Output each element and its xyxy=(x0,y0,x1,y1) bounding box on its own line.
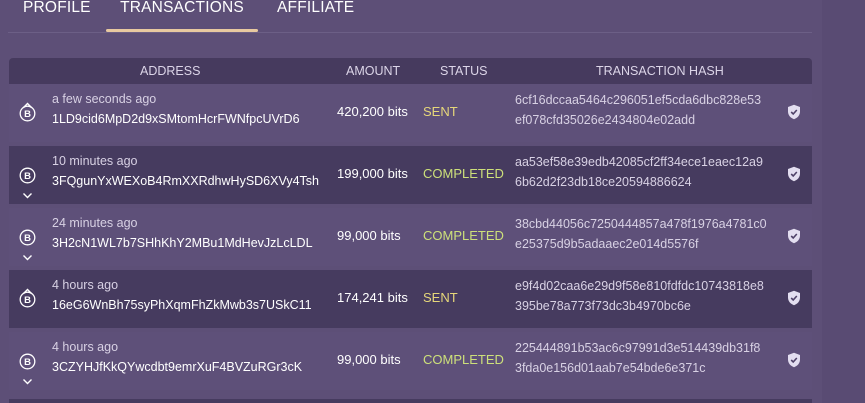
bitcoin-icon: B xyxy=(19,229,36,246)
svg-text:B: B xyxy=(24,171,31,182)
transaction-address: 3H2cN1WL7b7SHhKhY2MBu1MdHevJzLcLDL xyxy=(52,236,313,250)
header-amount: AMOUNT xyxy=(346,64,401,78)
bitcoin-icon: B xyxy=(19,291,36,308)
bitcoin-icon: B xyxy=(19,105,36,122)
caret-up-icon xyxy=(22,282,33,294)
svg-text:B: B xyxy=(24,295,31,306)
transaction-hash[interactable]: e9f4d02caa6e29d9f58e810fdfdc10743818e839… xyxy=(515,276,767,316)
transaction-hash[interactable]: aa53ef58e39edb42085cf2ff34ece1eaec12a96b… xyxy=(515,152,767,192)
table-row[interactable]: B 4 hours ago 16eG6WnBh75syPhXqmFhZkMwb3s7… xyxy=(9,270,812,328)
transaction-amount: 174,241 bits xyxy=(337,290,408,305)
caret-down-icon xyxy=(22,248,33,261)
table-row[interactable]: B 4 hours ago 3CZYHJfKkQYwcdbt9emrXuF4BVZu… xyxy=(9,332,812,390)
svg-text:B: B xyxy=(24,109,31,120)
transaction-time: 10 minutes ago xyxy=(52,154,138,168)
transaction-time: 4 hours ago xyxy=(52,340,119,354)
transaction-address: 1LD9cid6MpD2d9xSMtomHcrFWNfpcUVrD6 xyxy=(52,112,300,126)
tab-transactions[interactable]: TRANSACTIONS xyxy=(106,0,258,32)
status-badge: COMPLETED xyxy=(423,228,504,243)
header-status: STATUS xyxy=(440,64,488,78)
shield-check-icon[interactable] xyxy=(787,228,801,244)
tab-transactions-label: TRANSACTIONS xyxy=(120,0,244,16)
transaction-amount: 199,000 bits xyxy=(337,166,408,181)
transaction-time: a few seconds ago xyxy=(52,92,157,106)
status-badge: SENT xyxy=(423,290,458,305)
transaction-amount: 99,000 bits xyxy=(337,352,401,367)
account-tabs: PROFILE TRANSACTIONS AFFILIATE xyxy=(8,0,812,33)
tab-profile-label: PROFILE xyxy=(23,0,91,16)
status-badge: COMPLETED xyxy=(423,166,504,181)
transaction-time: 4 hours ago xyxy=(52,278,119,292)
header-transaction-hash: TRANSACTION HASH xyxy=(596,64,724,78)
table-header: ADDRESS AMOUNT STATUS TRANSACTION HASH xyxy=(9,58,812,84)
transaction-time: 24 minutes ago xyxy=(52,216,138,230)
header-address: ADDRESS xyxy=(140,64,201,78)
bitcoin-icon: B xyxy=(19,353,36,370)
transaction-address: 16eG6WnBh75syPhXqmFhZkMwb3s7USkC11 xyxy=(52,298,312,312)
status-badge: COMPLETED xyxy=(423,352,504,367)
transaction-address: 3CZYHJfKkQYwcdbt9emrXuF4BVZuRGr3cK xyxy=(52,360,303,374)
status-badge: SENT xyxy=(423,104,458,119)
transaction-address: 3FQgunYxWEXoB4RmXXRdhwHySD6XVy4Tsh xyxy=(52,174,319,188)
shield-check-icon[interactable] xyxy=(787,104,801,120)
transaction-amount: 420,200 bits xyxy=(337,104,408,119)
table-row[interactable]: Ba few seconds ago 1LD9cid6MpD2d9xSMtomHc… xyxy=(9,84,812,142)
tab-affiliate-label: AFFILIATE xyxy=(277,0,355,16)
caret-down-icon xyxy=(22,372,33,385)
shield-check-icon[interactable] xyxy=(787,290,801,306)
svg-text:B: B xyxy=(24,357,31,368)
transaction-hash[interactable]: 225444891b53ac6c97991d3e514439db31f83fda… xyxy=(515,338,767,378)
page-right-edge xyxy=(822,0,865,403)
transactions-table: ADDRESS AMOUNT STATUS TRANSACTION HASH B… xyxy=(9,58,812,394)
active-tab-indicator xyxy=(106,29,258,32)
table-row[interactable]: B 10 minutes ago 3FQgunYxWEXoB4RmXXRdhwHyS… xyxy=(9,146,812,204)
shield-check-icon[interactable] xyxy=(787,166,801,182)
transaction-amount: 99,000 bits xyxy=(337,228,401,243)
caret-down-icon xyxy=(22,186,33,199)
bitcoin-icon: B xyxy=(19,167,36,184)
transaction-hash[interactable]: 6cf16dccaa5464c296051ef5cda6dbc828e53ef0… xyxy=(515,90,767,130)
tab-affiliate[interactable]: AFFILIATE xyxy=(277,0,367,32)
transaction-hash[interactable]: 38cbd44056c7250444857a478f1976a4781c0e25… xyxy=(515,214,767,254)
table-body: Ba few seconds ago 1LD9cid6MpD2d9xSMtomHc… xyxy=(9,84,812,390)
table-row[interactable]: B 24 minutes ago 3H2cN1WL7b7SHhKhY2MBu1MdH… xyxy=(9,208,812,266)
table-row-partial xyxy=(9,399,812,403)
shield-check-icon[interactable] xyxy=(787,352,801,368)
tab-profile[interactable]: PROFILE xyxy=(23,0,93,32)
caret-up-icon xyxy=(22,96,33,108)
svg-text:B: B xyxy=(24,233,31,244)
